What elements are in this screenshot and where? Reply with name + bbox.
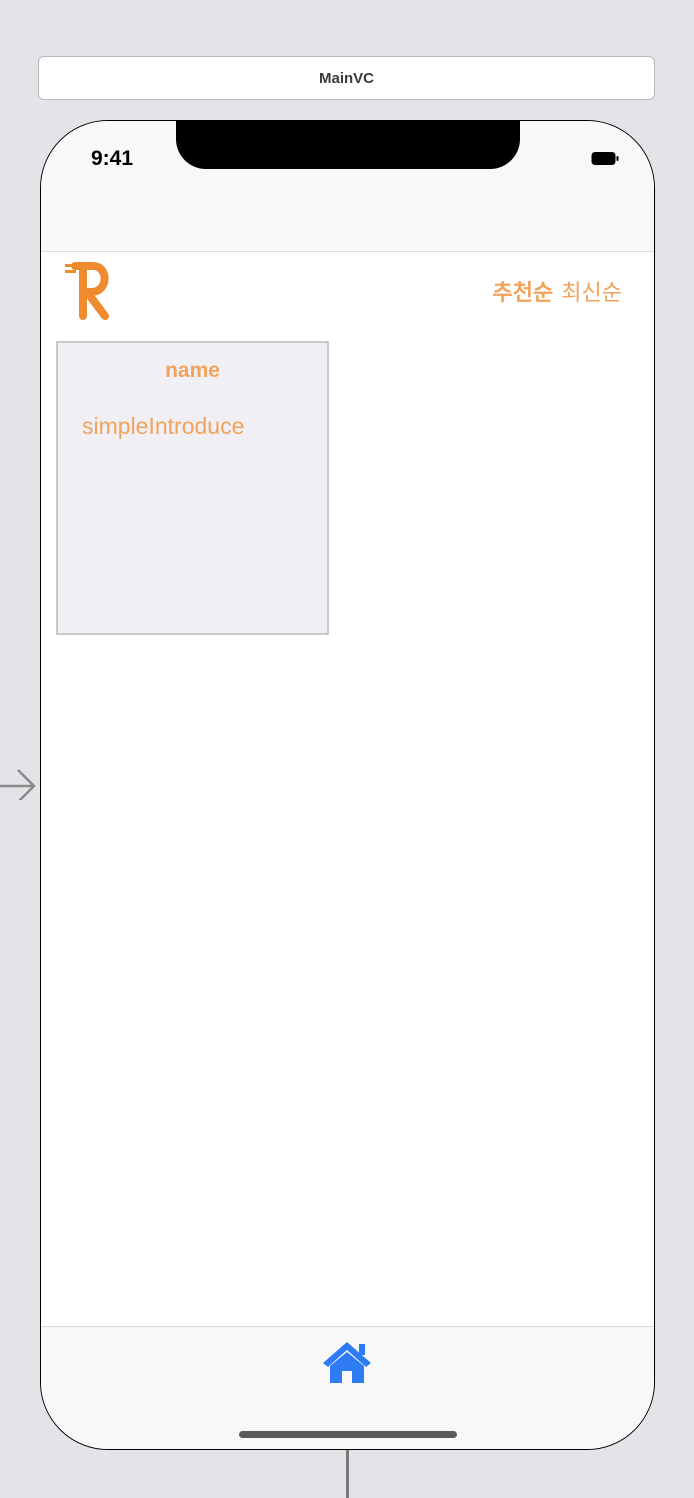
r-logo-icon	[65, 262, 109, 320]
device-notch	[176, 121, 520, 169]
profile-card[interactable]: name simpleIntroduce	[56, 341, 329, 635]
sort-newest-button[interactable]: 최신순	[561, 275, 622, 307]
status-time: 9:41	[91, 147, 134, 170]
scene-title: MainVC	[318, 69, 374, 87]
status-bar: 9:41	[41, 121, 654, 252]
battery-icon	[591, 152, 619, 165]
home-icon[interactable]	[321, 1339, 373, 1385]
device-frame: 9:41 추천순 최신순 name simpleIntroduce	[40, 120, 655, 1450]
card-intro-label: simpleIntroduce	[82, 413, 245, 439]
sort-recommended-button[interactable]: 추천순	[493, 275, 554, 307]
scene-title-bar[interactable]: MainVC	[38, 56, 655, 100]
home-indicator[interactable]	[239, 1431, 457, 1438]
initial-entry-arrow-icon	[0, 769, 36, 800]
card-name-label: name	[165, 359, 220, 382]
segue-connector	[346, 1450, 349, 1498]
tab-bar	[41, 1326, 654, 1449]
sort-selector: 추천순 최신순	[493, 275, 622, 307]
